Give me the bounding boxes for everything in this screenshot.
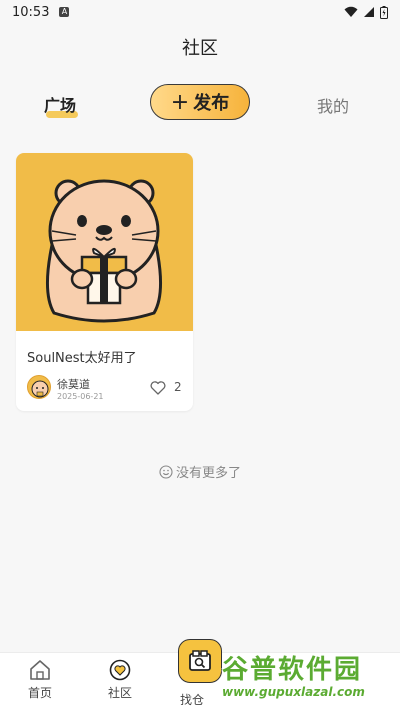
status-time: 10:53 bbox=[12, 4, 50, 20]
tab-square-label: 广场 bbox=[44, 96, 77, 115]
watermark-title: 谷普软件园 bbox=[222, 655, 363, 685]
post-date: 2025-06-21 bbox=[57, 392, 104, 401]
nav-community[interactable]: 社区 bbox=[92, 659, 148, 701]
end-of-list: 没有更多了 bbox=[0, 462, 400, 481]
nav-home-label: 首页 bbox=[27, 686, 52, 700]
notification-icon: A bbox=[59, 7, 70, 17]
status-icons bbox=[344, 5, 388, 19]
warehouse-search-icon bbox=[189, 650, 211, 671]
heart-icon[interactable] bbox=[150, 381, 166, 395]
smile-icon bbox=[159, 464, 173, 479]
community-heart-icon bbox=[109, 659, 131, 681]
top-tabs: 广场 + 发布 我的 bbox=[0, 84, 400, 122]
wifi-icon bbox=[344, 6, 358, 17]
find-warehouse-button[interactable] bbox=[178, 639, 222, 683]
nav-community-label: 社区 bbox=[107, 686, 132, 700]
author-avatar[interactable] bbox=[27, 375, 51, 399]
author-name: 徐莫道 bbox=[57, 378, 90, 391]
otter-avatar-icon bbox=[31, 380, 49, 398]
status-bar: 10:53 A bbox=[0, 0, 400, 24]
publish-label: 发布 bbox=[193, 93, 230, 114]
battery-icon bbox=[380, 5, 388, 19]
tab-mine[interactable]: 我的 bbox=[317, 93, 349, 117]
plus-icon: + bbox=[170, 89, 190, 115]
post-title: SoulNest太好用了 bbox=[27, 351, 137, 366]
cell-signal-icon bbox=[364, 7, 374, 17]
page-title: 社区 bbox=[182, 38, 218, 59]
post-image bbox=[16, 153, 193, 331]
home-icon bbox=[30, 660, 50, 680]
nav-home[interactable]: 首页 bbox=[12, 659, 68, 701]
otter-with-gift-illustration bbox=[45, 179, 163, 323]
like-count: 2 bbox=[174, 380, 182, 394]
watermark-logo: 谷普软件园 www.gupuxlazal.com bbox=[222, 656, 398, 710]
watermark-url: www.gupuxlazal.com bbox=[222, 685, 365, 699]
no-more-text: 没有更多了 bbox=[175, 466, 241, 481]
tab-square[interactable]: 广场 bbox=[44, 92, 79, 118]
publish-button[interactable]: + 发布 bbox=[150, 84, 250, 120]
post-card[interactable]: SoulNest太好用了 徐莫道 2025-06-21 2 bbox=[16, 153, 193, 411]
nav-find-warehouse-label: 找仓 bbox=[180, 693, 205, 707]
